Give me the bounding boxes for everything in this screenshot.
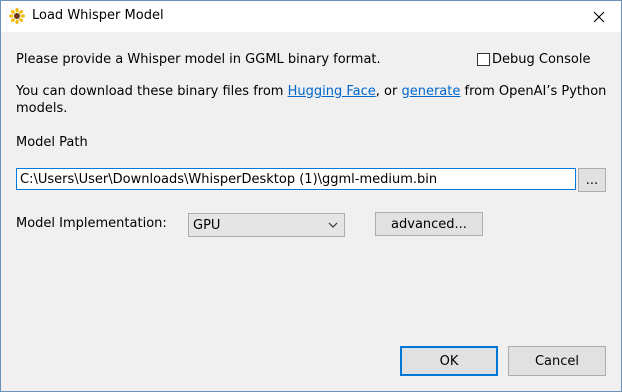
window-title: Load Whisper Model <box>32 8 164 23</box>
load-model-dialog: Load Whisper Model Please provide a Whis… <box>0 0 622 392</box>
close-icon <box>593 11 605 22</box>
generate-link[interactable]: generate <box>401 84 460 99</box>
download-hint-prefix: You can download these binary files from <box>16 84 288 99</box>
intro-text: Please provide a Whisper model in GGML b… <box>16 52 381 67</box>
download-hint: You can download these binary files from… <box>16 84 606 99</box>
download-hint-middle: , or <box>375 84 402 99</box>
hugging-face-link[interactable]: Hugging Face <box>288 84 376 99</box>
debug-console-label[interactable]: Debug Console <box>492 52 591 67</box>
model-path-label: Model Path <box>16 135 88 150</box>
browse-button[interactable]: ... <box>578 168 606 192</box>
download-hint-suffix: from OpenAI’s Python <box>460 84 607 99</box>
selected-implementation: GPU <box>193 218 221 233</box>
title-bar: Load Whisper Model <box>1 1 621 33</box>
debug-console-checkbox[interactable] <box>477 53 490 66</box>
ok-button[interactable]: OK <box>400 346 498 376</box>
chevron-down-icon <box>328 222 338 228</box>
cancel-button[interactable]: Cancel <box>508 346 606 376</box>
close-button[interactable] <box>577 1 621 32</box>
model-implementation-select[interactable]: GPU <box>188 213 345 237</box>
sunflower-icon <box>9 8 25 24</box>
advanced-button[interactable]: advanced... <box>375 212 483 236</box>
download-hint-line3: models. <box>16 101 68 116</box>
model-implementation-label: Model Implementation: <box>16 216 167 231</box>
model-path-input[interactable] <box>16 168 576 190</box>
